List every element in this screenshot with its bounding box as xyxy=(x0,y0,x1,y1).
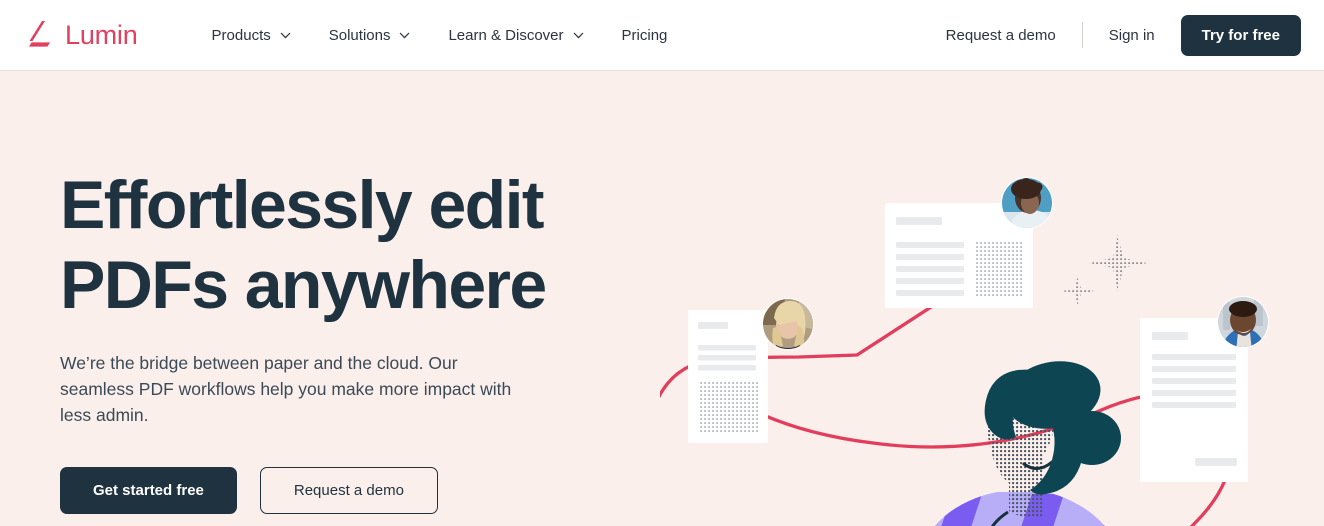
illustrated-person xyxy=(907,361,1135,526)
nav-label: Products xyxy=(211,26,271,44)
sparkle-large xyxy=(1089,234,1147,292)
chevron-down-icon xyxy=(400,32,410,38)
header-actions: Request a demo Sign in Try for free xyxy=(946,14,1301,56)
hero-illustration xyxy=(660,142,1324,526)
site-header: Lumin Products Solutions Learn & Discove… xyxy=(0,0,1324,71)
hero-copy: Effortlessly edit PDFs anywhere We’re th… xyxy=(60,165,640,514)
try-for-free-button[interactable]: Try for free xyxy=(1180,14,1301,56)
sign-in-link[interactable]: Sign in xyxy=(1083,27,1181,44)
nav-item-learn-discover[interactable]: Learn & Discover xyxy=(448,27,583,44)
hero-cta-row: Get started free Request a demo xyxy=(60,467,640,514)
logo-text: Lumin xyxy=(65,19,138,50)
get-started-free-button[interactable]: Get started free xyxy=(60,467,237,514)
hero-subcopy: We’re the bridge between paper and the c… xyxy=(60,353,512,425)
nav-label: Pricing xyxy=(621,26,668,44)
pdf-collaboration-illustration xyxy=(660,177,1269,526)
landing-page: Lumin Products Solutions Learn & Discove… xyxy=(0,0,1324,526)
main-nav: Products Solutions Learn & Discover Pric… xyxy=(212,27,668,44)
chevron-down-icon xyxy=(573,32,583,38)
sparkle-small xyxy=(1062,275,1094,307)
page-title: Effortlessly edit PDFs anywhere xyxy=(60,165,640,325)
document-card-left[interactable] xyxy=(688,310,768,443)
logo[interactable]: Lumin xyxy=(22,17,138,53)
nav-item-solutions[interactable]: Solutions xyxy=(329,27,411,44)
nav-item-products[interactable]: Products xyxy=(212,27,291,44)
lumin-l-mark-icon xyxy=(29,21,50,47)
nav-label: Solutions xyxy=(328,26,391,44)
avatar-left[interactable] xyxy=(762,298,814,354)
request-demo-link[interactable]: Request a demo xyxy=(946,27,1082,44)
nav-label: Learn & Discover xyxy=(448,26,564,44)
headline-line-1: Effortlessly edit xyxy=(60,167,545,243)
headline-line-2: PDFs anywhere xyxy=(60,247,547,323)
request-demo-button[interactable]: Request a demo xyxy=(259,467,438,514)
hero-section: Effortlessly edit PDFs anywhere We’re th… xyxy=(0,71,1324,526)
nav-item-pricing[interactable]: Pricing xyxy=(622,27,668,44)
chevron-down-icon xyxy=(280,32,291,38)
